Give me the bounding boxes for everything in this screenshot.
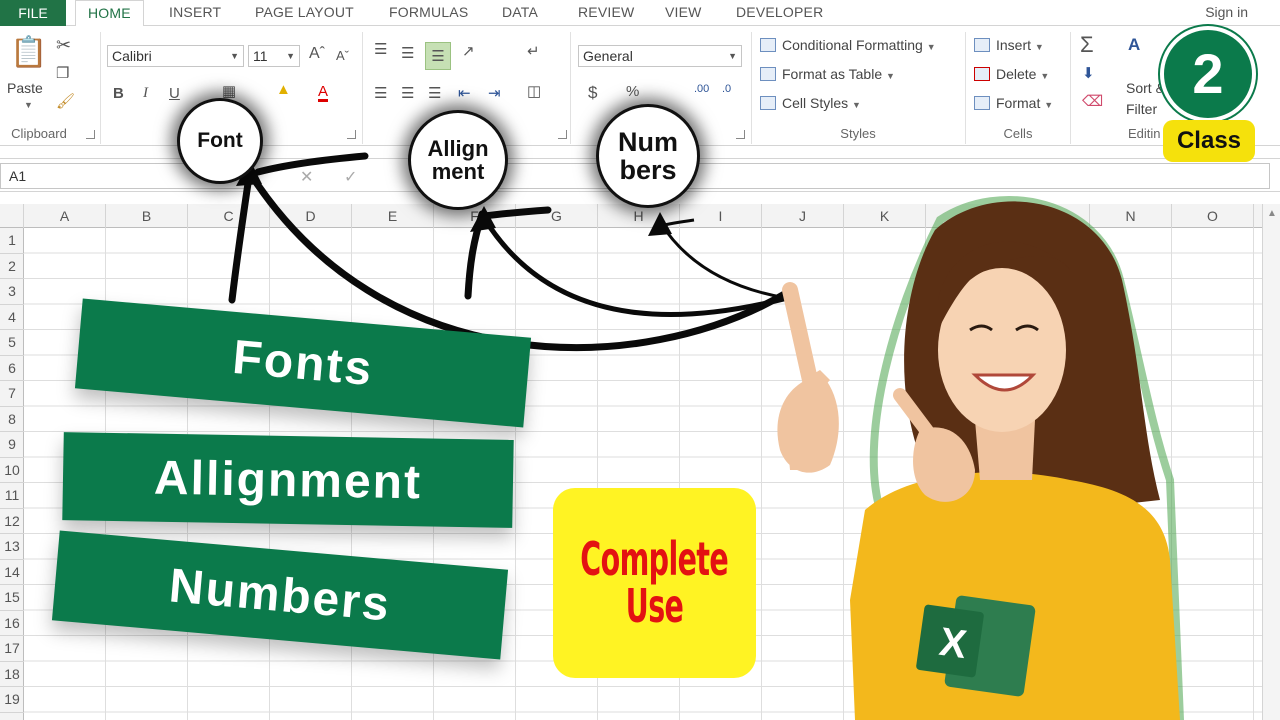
- fonts-to-font-arrow: [228, 166, 254, 304]
- alignment-bubble-arrow: [480, 206, 552, 220]
- girl-to-alignment-arrow: [481, 215, 791, 317]
- note-line-1: Complete: [580, 532, 729, 587]
- class-number-badge: 2: [1160, 26, 1256, 122]
- alignment-callout-bubble: Allign ment: [408, 110, 508, 210]
- font-callout-bubble: Font: [177, 98, 263, 184]
- presenter-photo: X: [777, 196, 1185, 720]
- girl-to-numbers-arrow: [658, 221, 787, 300]
- alignment-banner: Allignment: [62, 432, 514, 528]
- complete-use-note: Complete Use: [553, 488, 756, 678]
- numbers-callout-bubble: Num bers: [596, 104, 700, 208]
- font-bubble-arrow: [254, 152, 369, 176]
- arrowhead-icon: [470, 206, 496, 232]
- note-line-2: Use: [625, 579, 684, 633]
- class-label-badge: Class: [1163, 120, 1255, 162]
